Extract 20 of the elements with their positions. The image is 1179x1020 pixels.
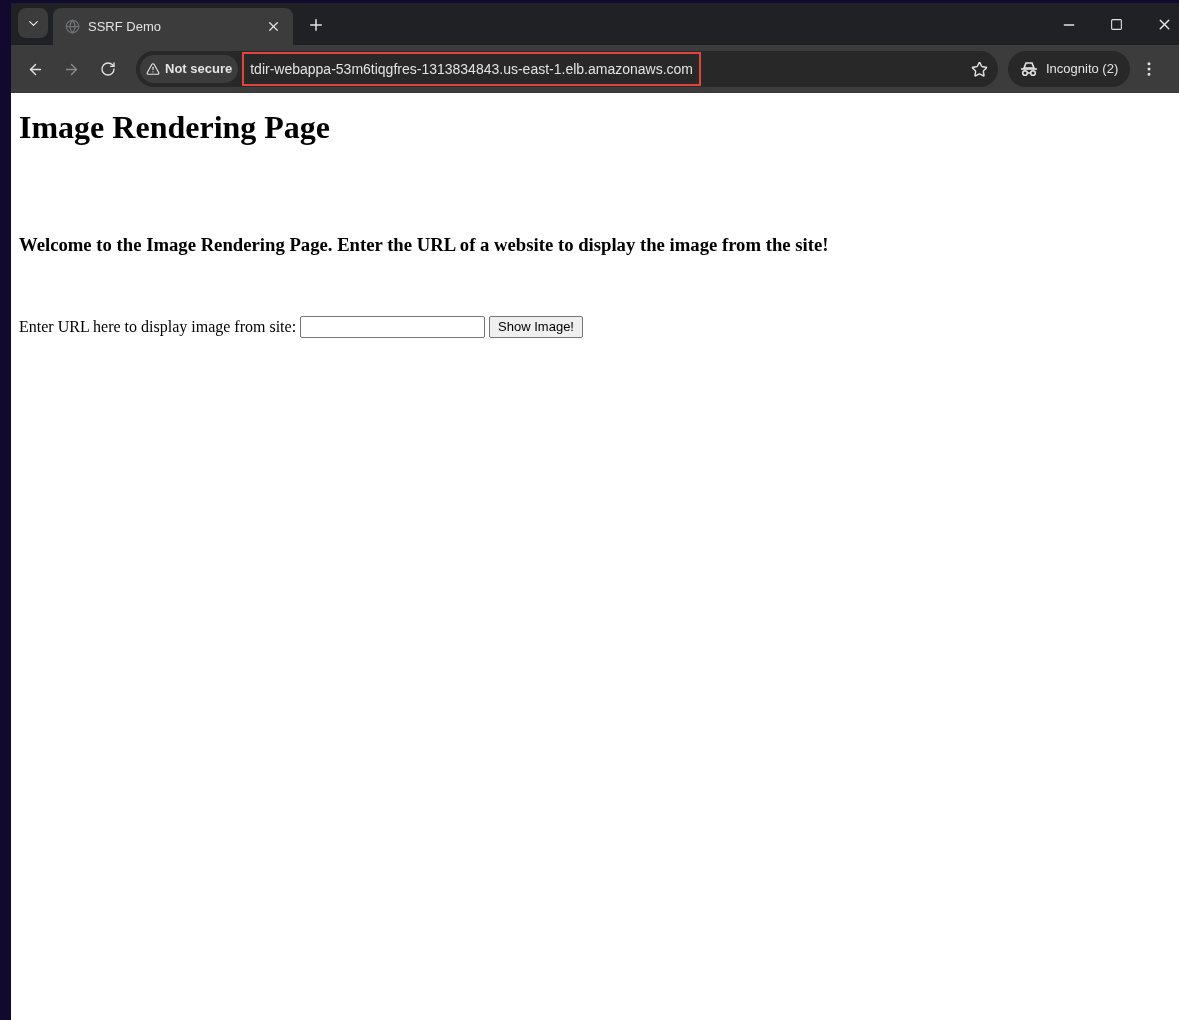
incognito-button[interactable]: Incognito (2): [1008, 51, 1131, 87]
tab-title: SSRF Demo: [88, 17, 162, 36]
security-chip[interactable]: Not secure: [140, 55, 239, 83]
page-heading: Image Rendering Page: [19, 108, 332, 147]
bookmark-star-icon[interactable]: [971, 60, 988, 78]
reload-icon[interactable]: [100, 61, 116, 77]
incognito-icon: [1020, 61, 1038, 77]
close-icon[interactable]: [266, 19, 281, 34]
maximize-icon[interactable]: [1110, 18, 1123, 31]
url-field[interactable]: tdir-webappa-53m6tiqgfres-1313834843.us-east-1.elb.amazonaws.com: [242, 52, 701, 86]
warning-icon: [146, 62, 160, 76]
address-bar[interactable]: Not secure tdir-webappa-53m6tiqgfres-1313834843.us-east-1.elb.amazonaws.com: [136, 51, 998, 87]
globe-icon: [65, 19, 80, 34]
url-input[interactable]: [300, 316, 486, 339]
tab-search-button[interactable]: [18, 8, 48, 38]
form-label: Enter URL here to display image from site:: [19, 317, 297, 338]
new-tab-icon[interactable]: [307, 16, 325, 34]
browser-tab[interactable]: SSRF Demo: [53, 8, 293, 45]
welcome-text: Welcome to the Image Rendering Page. Enter the URL of a website to display the image from the site!: [19, 233, 830, 257]
show-image-button[interactable]: Show Image!: [489, 316, 583, 339]
